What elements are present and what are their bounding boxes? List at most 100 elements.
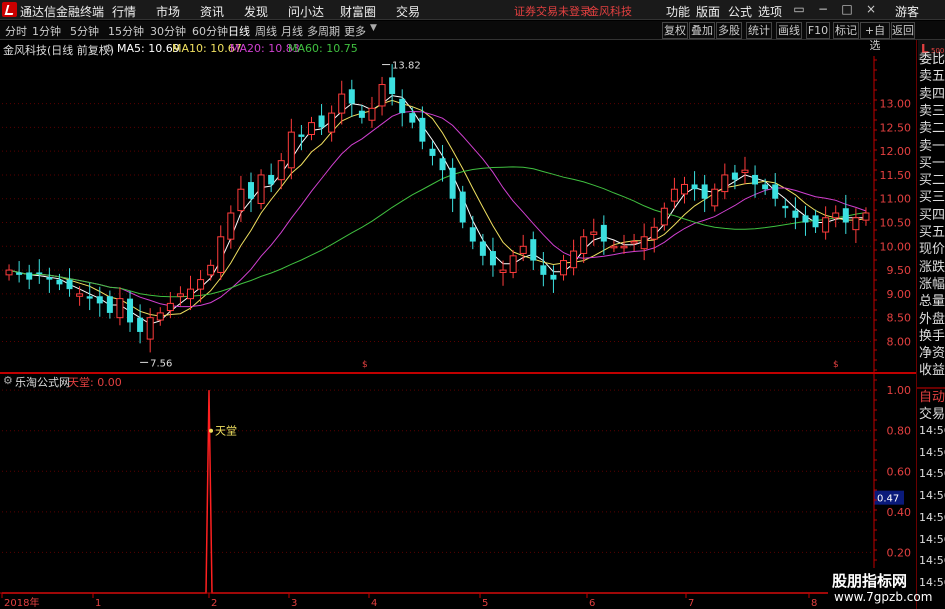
candle-body: [429, 148, 436, 156]
panel-label: 买四: [919, 207, 945, 223]
period-60min[interactable]: 60分钟: [192, 23, 228, 39]
candle-body: [580, 236, 588, 254]
period-more[interactable]: 更多: [344, 23, 366, 39]
y-tick-label: 13.00: [880, 98, 912, 111]
menu-wealth-circle[interactable]: 财富圈: [340, 3, 376, 20]
candle-body: [187, 288, 195, 300]
candle-body: [378, 84, 386, 107]
more-chevron-icon[interactable]: ▼: [370, 23, 377, 33]
period-weekly[interactable]: 周线: [255, 23, 277, 39]
maximize-icon[interactable]: □: [836, 1, 858, 18]
panel-label: 买一: [919, 155, 945, 171]
candle-body: [348, 89, 355, 104]
candle-body: [701, 184, 708, 199]
indicator-title: 乐淘公式网: [15, 376, 70, 389]
current-stock: 金风科技: [588, 5, 632, 18]
menu-market[interactable]: 市场: [156, 3, 180, 20]
period-5min[interactable]: 5分钟: [70, 23, 99, 39]
panel-label: 委比: [919, 52, 945, 67]
panel-label: 净资: [919, 346, 945, 362]
close-icon[interactable]: ×: [860, 1, 882, 18]
x-tick-label: 3: [291, 598, 297, 609]
menu-layout[interactable]: 版面: [696, 3, 720, 20]
period-multi[interactable]: 多周期: [307, 23, 340, 39]
period-15min[interactable]: 15分钟: [108, 23, 144, 39]
candle-body: [862, 212, 870, 221]
candle-body: [762, 184, 769, 190]
stats-button[interactable]: 统计: [746, 22, 772, 39]
menu-options[interactable]: 选项: [758, 3, 782, 20]
indicator-value: 天堂: 0.00: [68, 376, 122, 389]
candle-body: [96, 296, 103, 304]
mark-button[interactable]: 标记: [833, 22, 859, 39]
skin-icon[interactable]: ▭: [788, 1, 810, 18]
candle-body: [650, 226, 658, 240]
panel-label: 总量: [919, 294, 945, 310]
x-tick-label: 5: [482, 598, 488, 609]
candle-body: [660, 207, 668, 226]
panel-time: 14:56: [919, 575, 945, 589]
minimize-icon[interactable]: −: [812, 1, 834, 18]
adjust-button[interactable]: 复权: [662, 22, 688, 39]
draw-line-button[interactable]: 画线: [776, 22, 802, 39]
y-tick-label: 12.00: [880, 145, 912, 158]
panel-label: 买二: [919, 173, 945, 189]
indicator-y-tick-label: 1.00: [887, 384, 912, 397]
trade-label[interactable]: 交易: [919, 403, 945, 422]
panel-label: 换手: [919, 328, 945, 344]
candle-body: [640, 236, 648, 250]
x-tick-label: 4: [371, 598, 377, 609]
f10-button[interactable]: F10: [806, 22, 830, 39]
candle-body: [792, 210, 799, 218]
y-tick-label: 9.50: [887, 264, 912, 277]
menu-news[interactable]: 资讯: [200, 3, 224, 20]
candle-body: [620, 245, 628, 249]
panel-label: 涨跌: [919, 259, 945, 275]
panel-label: 买三: [919, 190, 945, 206]
panel-label: 买五: [919, 225, 945, 240]
panel-time: 14:56: [919, 554, 945, 568]
menu-discover[interactable]: 发现: [244, 3, 268, 20]
period-timeshare[interactable]: 分时: [5, 23, 27, 39]
panel-label: 卖二: [919, 121, 945, 137]
period-30min[interactable]: 30分钟: [150, 23, 186, 39]
panel-label: 卖三: [919, 103, 945, 119]
candle-body: [156, 312, 164, 321]
y-tick-label: 8.50: [887, 312, 912, 325]
candle-body: [338, 93, 346, 114]
indicator-gear-icon[interactable]: ⚙: [3, 374, 13, 387]
candle-body: [5, 269, 13, 276]
user-label[interactable]: 游客: [895, 3, 919, 20]
candle-body: [680, 183, 688, 195]
panel-time: 14:56: [919, 467, 945, 481]
signal-mark: $: [833, 360, 839, 370]
period-1min[interactable]: 1分钟: [32, 23, 61, 39]
candle-body: [26, 272, 33, 280]
candle-body: [146, 317, 154, 340]
panel-label: 卖一: [919, 138, 945, 154]
signal-mark: $: [362, 360, 368, 370]
menu-trade[interactable]: 交易: [396, 3, 420, 20]
panel-label: 外盘: [919, 311, 945, 327]
back-button[interactable]: 返回: [891, 22, 915, 39]
panel-label: 卖四: [919, 86, 945, 102]
period-daily[interactable]: 日线: [228, 23, 250, 39]
panel-time: 14:56: [919, 532, 945, 546]
period-monthly[interactable]: 月线: [281, 23, 303, 39]
multi-stock-button[interactable]: 多股: [716, 22, 742, 39]
login-warning[interactable]: 证券交易未登录: [514, 3, 591, 19]
menu-function[interactable]: 功能: [666, 3, 690, 20]
candle-body: [560, 260, 568, 276]
menu-formula[interactable]: 公式: [728, 3, 752, 20]
overlay-button[interactable]: 叠加: [689, 22, 715, 39]
candle-body: [56, 279, 63, 285]
price-chart[interactable]: 13.82 7.56 $ $ 天堂 0.47 8.00 8.50 9.00 9.50 10.00…: [0, 40, 916, 609]
menu-ask[interactable]: 问小达: [288, 3, 324, 20]
candle-body: [227, 212, 235, 240]
candle-body: [106, 296, 113, 313]
candle-body: [66, 279, 73, 290]
add-watchlist-button[interactable]: +自选: [860, 22, 890, 52]
candle-body: [298, 134, 305, 137]
candle-body: [842, 208, 849, 223]
menu-quotes[interactable]: 行情: [112, 3, 136, 20]
